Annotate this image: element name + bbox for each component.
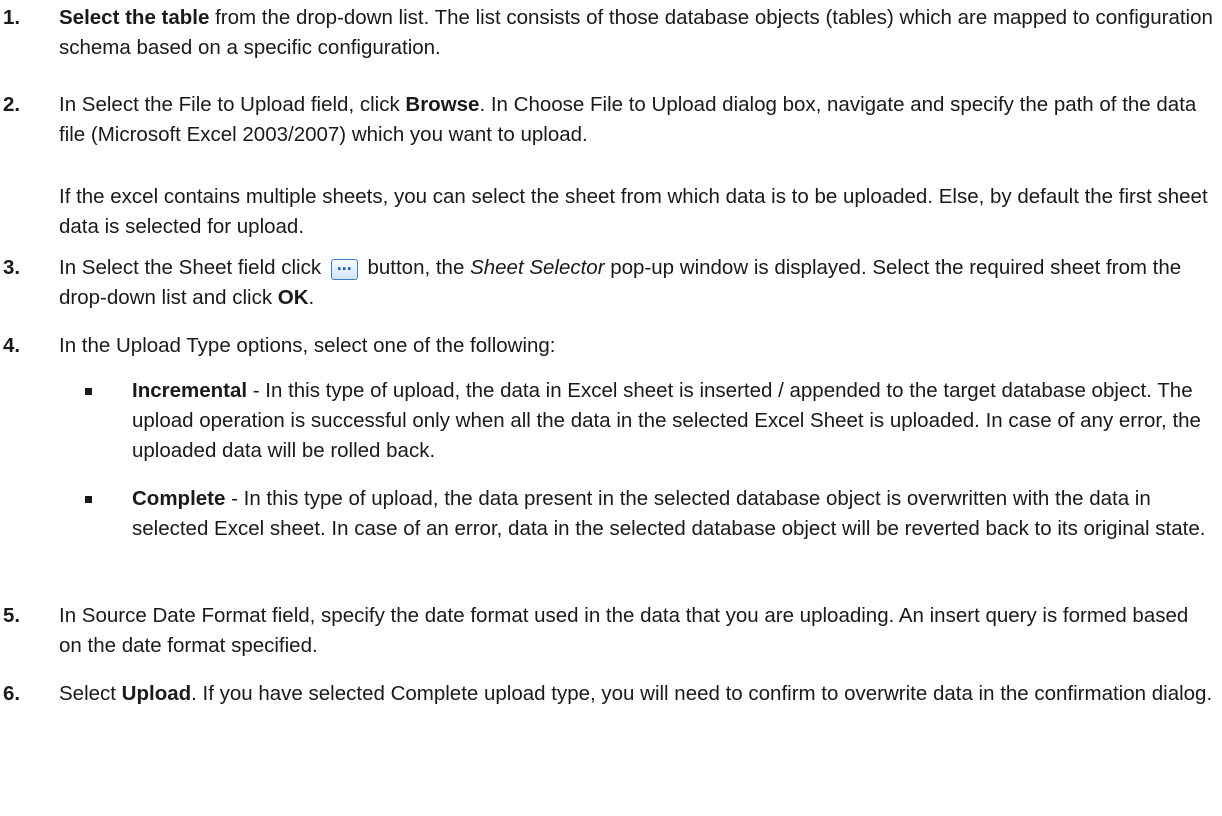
step-text: In Select the File to Upload field, clic… [59,90,1214,150]
step-italic: Sheet Selector [470,256,605,279]
bullet-icon [85,496,92,503]
step-number: 5. [3,604,21,627]
ellipsis-button-icon: ... [330,254,358,280]
step-body: In Select the Sheet field click [59,256,327,279]
step-number: 6. [3,682,21,705]
step-number: 1. [3,6,21,29]
option-text: Incremental - In this type of upload, th… [132,376,1214,466]
step-bold: Upload [121,682,192,705]
document-page: 1. Select the table from the drop-down l… [0,0,1222,816]
step-number: 3. [3,256,21,279]
step-note: If the excel contains multiple sheets, y… [59,185,1208,238]
step-body: from the drop-down list. The list consis… [59,6,1213,59]
step-body: Select [59,682,122,705]
option-bold: Incremental [132,379,248,402]
bullet-icon [85,388,92,395]
option-bold: Complete [132,487,226,510]
step-bold: Select the table [59,6,210,29]
step-body: In Select the File to Upload field, clic… [59,93,406,116]
step-text: In Source Date Format field, specify the… [59,604,1189,657]
step-text: In the Upload Type options, select one o… [59,334,556,357]
step-text: In Select the Sheet field click ... butt… [59,253,1214,313]
step-number: 4. [3,334,21,357]
ellipsis-glyph: ... [336,254,352,274]
option-text: Complete - In this type of upload, the d… [132,484,1214,544]
step-number: 2. [3,93,21,116]
step-body: button, the [361,256,471,279]
option-body: - In this type of upload, the data prese… [132,487,1206,540]
option-body: - In this type of upload, the data in Ex… [132,379,1201,462]
step-body: . If you have selected Complete upload t… [191,682,1213,705]
step-bold: Browse [405,93,480,116]
step-text: Select Upload. If you have selected Comp… [59,679,1214,709]
step-text: Select the table from the drop-down list… [59,3,1214,63]
step-body: . [308,286,315,309]
step-bold: OK [277,286,309,309]
